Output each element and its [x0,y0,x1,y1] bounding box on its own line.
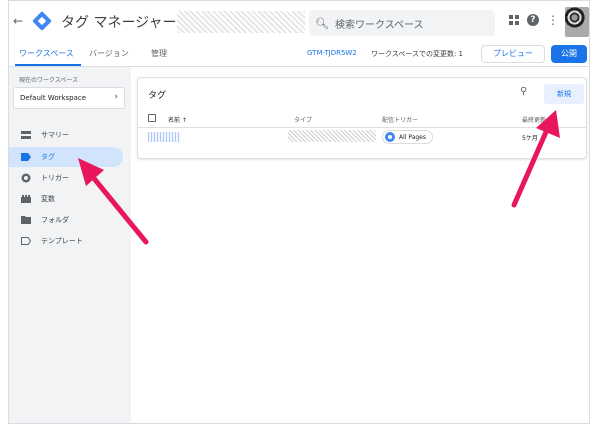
publish-button[interactable]: 公開 [551,45,587,63]
sidebar-item-label: テンプレート [41,237,83,245]
sidebar-item-summary[interactable]: サマリー [9,125,123,145]
search-icon: 🔍︎ [315,16,329,30]
tag-name-link-redacted[interactable] [148,132,180,142]
sidebar-item-label: トリガー [41,174,69,182]
sidebar-item-label: タグ [41,153,55,161]
workspace-selector[interactable]: Default Workspace › [13,87,125,109]
chevron-right-icon: › [114,92,118,102]
sidebar-item-label: サマリー [41,131,69,139]
account-selector-redacted[interactable] [177,11,305,33]
sidebar-item-tags[interactable]: タグ [9,147,123,167]
summary-icon [21,131,31,139]
header-actions: ? ⋮ [509,14,559,26]
help-icon[interactable]: ? [527,14,539,26]
workspace-name: Default Workspace [20,94,87,102]
sub-header: ワークスペース バージョン 管理 GTM-TJDR5W2 ワークスペースでの変更… [9,43,589,67]
back-arrow-icon[interactable]: ← [13,14,23,28]
last-updated: 5ケ月 [522,135,538,142]
sidebar-item-folders[interactable]: フォルダ [9,210,123,230]
pageview-icon [385,132,395,142]
new-tag-button[interactable]: 新規 [544,84,584,104]
sidebar-item-label: 変数 [41,195,55,203]
trigger-chip[interactable]: All Pages [382,130,433,144]
sidebar-item-templates[interactable]: テンプレート [9,231,123,251]
current-workspace-label: 現在のワークスペース [19,77,79,84]
active-tab-indicator [15,64,81,66]
column-header-name[interactable]: 名前 ↑ [168,115,187,124]
preview-button[interactable]: プレビュー [481,45,545,63]
apps-grid-icon[interactable] [509,15,519,25]
card-title: タグ [148,91,167,101]
app-frame: ← タグ マネージャー 🔍︎ 検索ワークスペース ? ⋮ ワークスペース バージ… [8,0,590,424]
avatar[interactable] [565,7,589,37]
sidebar: 現在のワークスペース Default Workspace › サマリー タグ ト… [9,67,131,423]
trigger-name: All Pages [399,133,426,141]
top-header: ← タグ マネージャー 🔍︎ 検索ワークスペース ? ⋮ [9,1,589,43]
column-header-type[interactable]: タイプ [294,115,312,124]
workspace-changes-count: ワークスペースでの変更数: 1 [371,50,463,58]
search-icon[interactable]: ⚲ [520,86,527,97]
sidebar-item-triggers[interactable]: トリガー [9,168,123,188]
search-bar[interactable]: 🔍︎ 検索ワークスペース [309,10,495,36]
search-placeholder: 検索ワークスペース [335,19,424,31]
variables-icon [21,195,31,203]
tag-manager-logo-icon [32,11,52,31]
column-header-updated[interactable]: 最終更新 [522,115,546,124]
more-vert-icon[interactable]: ⋮ [547,14,559,26]
sidebar-item-label: フォルダ [41,216,69,224]
app-title: タグ マネージャー [61,15,177,31]
tag-icon [21,153,31,161]
select-all-checkbox[interactable] [148,114,156,122]
tag-type-redacted [288,130,376,142]
tab-admin[interactable]: 管理 [151,48,167,59]
tags-card: タグ ⚲ 新規 名前 ↑ タイプ 配信トリガー 最終更新 All Pages 5… [137,77,587,159]
divider [138,127,586,128]
folder-icon [21,216,31,224]
sidebar-item-variables[interactable]: 変数 [9,189,123,209]
column-header-trigger[interactable]: 配信トリガー [382,115,418,124]
trigger-icon [21,173,31,183]
tab-workspace[interactable]: ワークスペース [19,48,74,59]
container-id[interactable]: GTM-TJDR5W2 [307,49,357,57]
tab-versions[interactable]: バージョン [89,48,129,59]
template-icon [21,237,31,245]
